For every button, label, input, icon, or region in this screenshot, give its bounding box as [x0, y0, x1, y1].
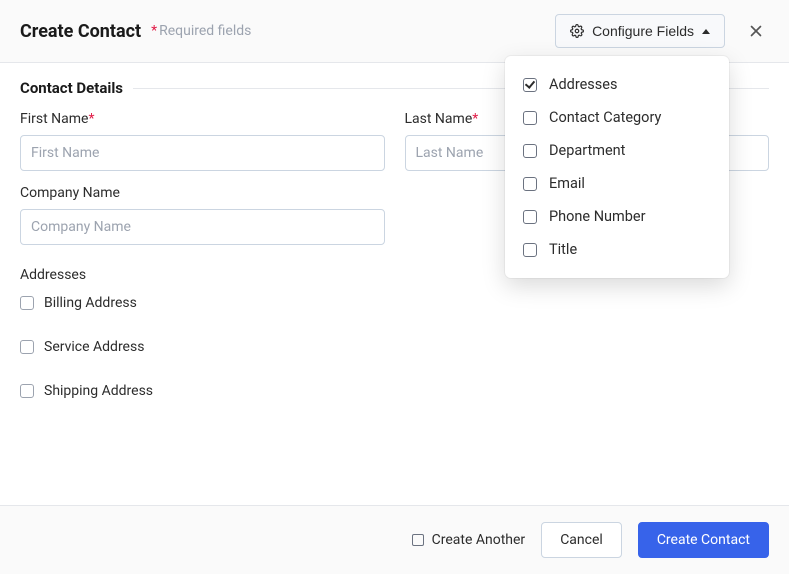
close-button[interactable]: [743, 18, 769, 44]
first-name-label: First Name*: [20, 111, 385, 127]
section-title: Contact Details: [20, 79, 123, 97]
company-name-field[interactable]: [20, 209, 385, 245]
dropdown-item-title[interactable]: Title: [505, 233, 729, 266]
dropdown-item-label: Phone Number: [549, 208, 646, 225]
checkbox-icon: [523, 210, 537, 224]
dropdown-item-email[interactable]: Email: [505, 167, 729, 200]
checkbox-icon: [523, 78, 537, 92]
create-another-label: Create Another: [432, 532, 526, 548]
address-option-service[interactable]: Service Address: [20, 339, 769, 355]
shipping-address-checkbox[interactable]: [20, 384, 34, 398]
shipping-address-label: Shipping Address: [44, 383, 153, 399]
address-option-shipping[interactable]: Shipping Address: [20, 383, 769, 399]
checkbox-icon: [523, 243, 537, 257]
billing-address-checkbox[interactable]: [20, 296, 34, 310]
create-another-checkbox[interactable]: [412, 534, 424, 546]
first-name-field[interactable]: [20, 135, 385, 171]
dropdown-item-addresses[interactable]: Addresses: [505, 68, 729, 101]
cancel-button[interactable]: Cancel: [541, 522, 622, 558]
gear-icon: [570, 24, 584, 38]
dropdown-item-contact-category[interactable]: Contact Category: [505, 101, 729, 134]
checkbox-icon: [523, 111, 537, 125]
billing-address-label: Billing Address: [44, 295, 137, 311]
caret-up-icon: [702, 29, 710, 34]
dropdown-item-department[interactable]: Department: [505, 134, 729, 167]
dropdown-item-label: Title: [549, 241, 577, 258]
service-address-label: Service Address: [44, 339, 144, 355]
address-option-billing[interactable]: Billing Address: [20, 295, 769, 311]
dropdown-item-label: Department: [549, 142, 625, 159]
create-contact-button[interactable]: Create Contact: [638, 522, 769, 558]
checkbox-icon: [523, 177, 537, 191]
configure-fields-dropdown[interactable]: Addresses Contact Category Department Em…: [505, 56, 729, 278]
company-name-label: Company Name: [20, 185, 385, 201]
service-address-checkbox[interactable]: [20, 340, 34, 354]
dropdown-item-label: Email: [549, 175, 585, 192]
configure-fields-label: Configure Fields: [592, 23, 694, 39]
dropdown-item-label: Contact Category: [549, 109, 661, 126]
configure-fields-button[interactable]: Configure Fields: [555, 14, 725, 48]
required-fields-note: *Required fields: [151, 23, 251, 39]
checkbox-icon: [523, 144, 537, 158]
page-title: Create Contact: [20, 21, 141, 42]
dropdown-item-phone-number[interactable]: Phone Number: [505, 200, 729, 233]
dropdown-item-label: Addresses: [549, 76, 617, 93]
